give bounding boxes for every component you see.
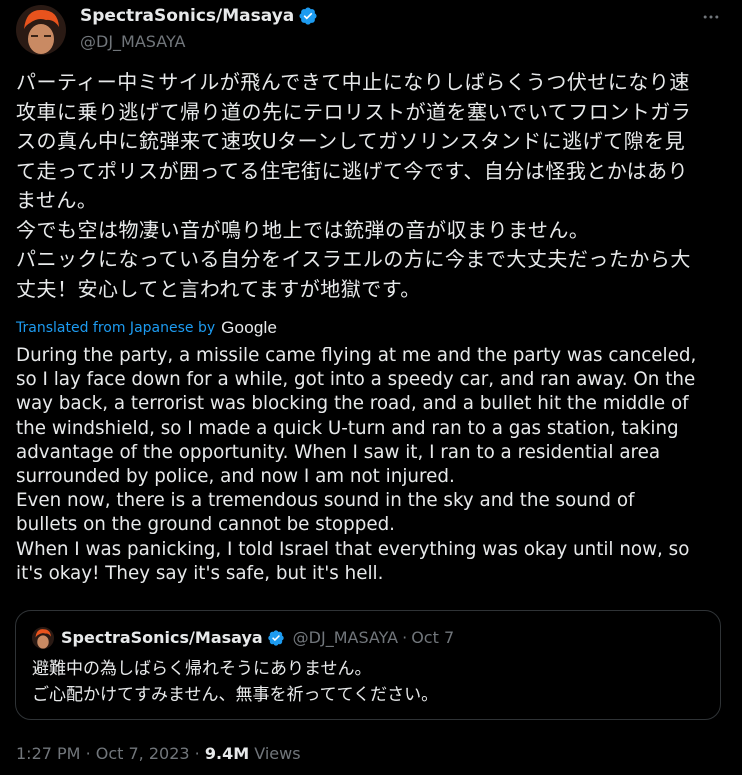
quoted-handle: @DJ_MASAYA (292, 628, 399, 647)
tweet-time[interactable]: 1:27 PM (16, 744, 80, 763)
tweet-translated-text: During the party, a missile came flying … (16, 345, 697, 584)
views-count: 9.4M (204, 744, 250, 763)
meta-separator: · (194, 744, 200, 763)
quoted-text: 避難中の為しばらく帰れそうにありません。 ご心配かけてすみません、無事を祈ってて… (32, 659, 439, 705)
tweet: SpectraSonics/Masaya @DJ_MASAYA パーティー中ミサ… (0, 0, 742, 775)
quoted-display-name: SpectraSonics/Masaya (61, 628, 263, 647)
tweet-date[interactable]: Oct 7, 2023 (96, 744, 190, 763)
quoted-avatar (32, 627, 54, 649)
tweet-original-text: パーティー中ミサイルが飛んできて中止になりしばらくうつ伏せになり速 攻車に乗り逃… (16, 70, 692, 301)
google-logo: Google (221, 318, 278, 337)
avatar[interactable] (16, 5, 66, 55)
more-horizontal-icon[interactable] (700, 6, 722, 28)
tweet-meta: 1:27 PM · Oct 7, 2023 · 9.4M Views (16, 744, 301, 763)
author-handle[interactable]: @DJ_MASAYA (80, 32, 185, 51)
quoted-header: SpectraSonics/Masaya @DJ_MASAYA · Oct 7 (61, 628, 454, 647)
quoted-verified-badge-icon (267, 629, 284, 646)
meta-separator: · (85, 744, 91, 763)
quoted-avatar-image (32, 627, 54, 649)
quoted-tweet[interactable]: SpectraSonics/Masaya @DJ_MASAYA · Oct 7 … (15, 610, 721, 720)
views-label: Views (254, 744, 301, 763)
author-name-row[interactable]: SpectraSonics/Masaya (80, 6, 318, 26)
quoted-date: Oct 7 (411, 628, 455, 647)
verified-badge-icon[interactable] (298, 6, 318, 26)
translated-from-label[interactable]: Translated from Japanese by (16, 320, 215, 336)
translation-attribution: Translated from Japanese by Google (16, 318, 277, 338)
avatar-image (16, 5, 66, 55)
quoted-separator: · (402, 628, 408, 647)
author-display-name[interactable]: SpectraSonics/Masaya (80, 6, 294, 26)
